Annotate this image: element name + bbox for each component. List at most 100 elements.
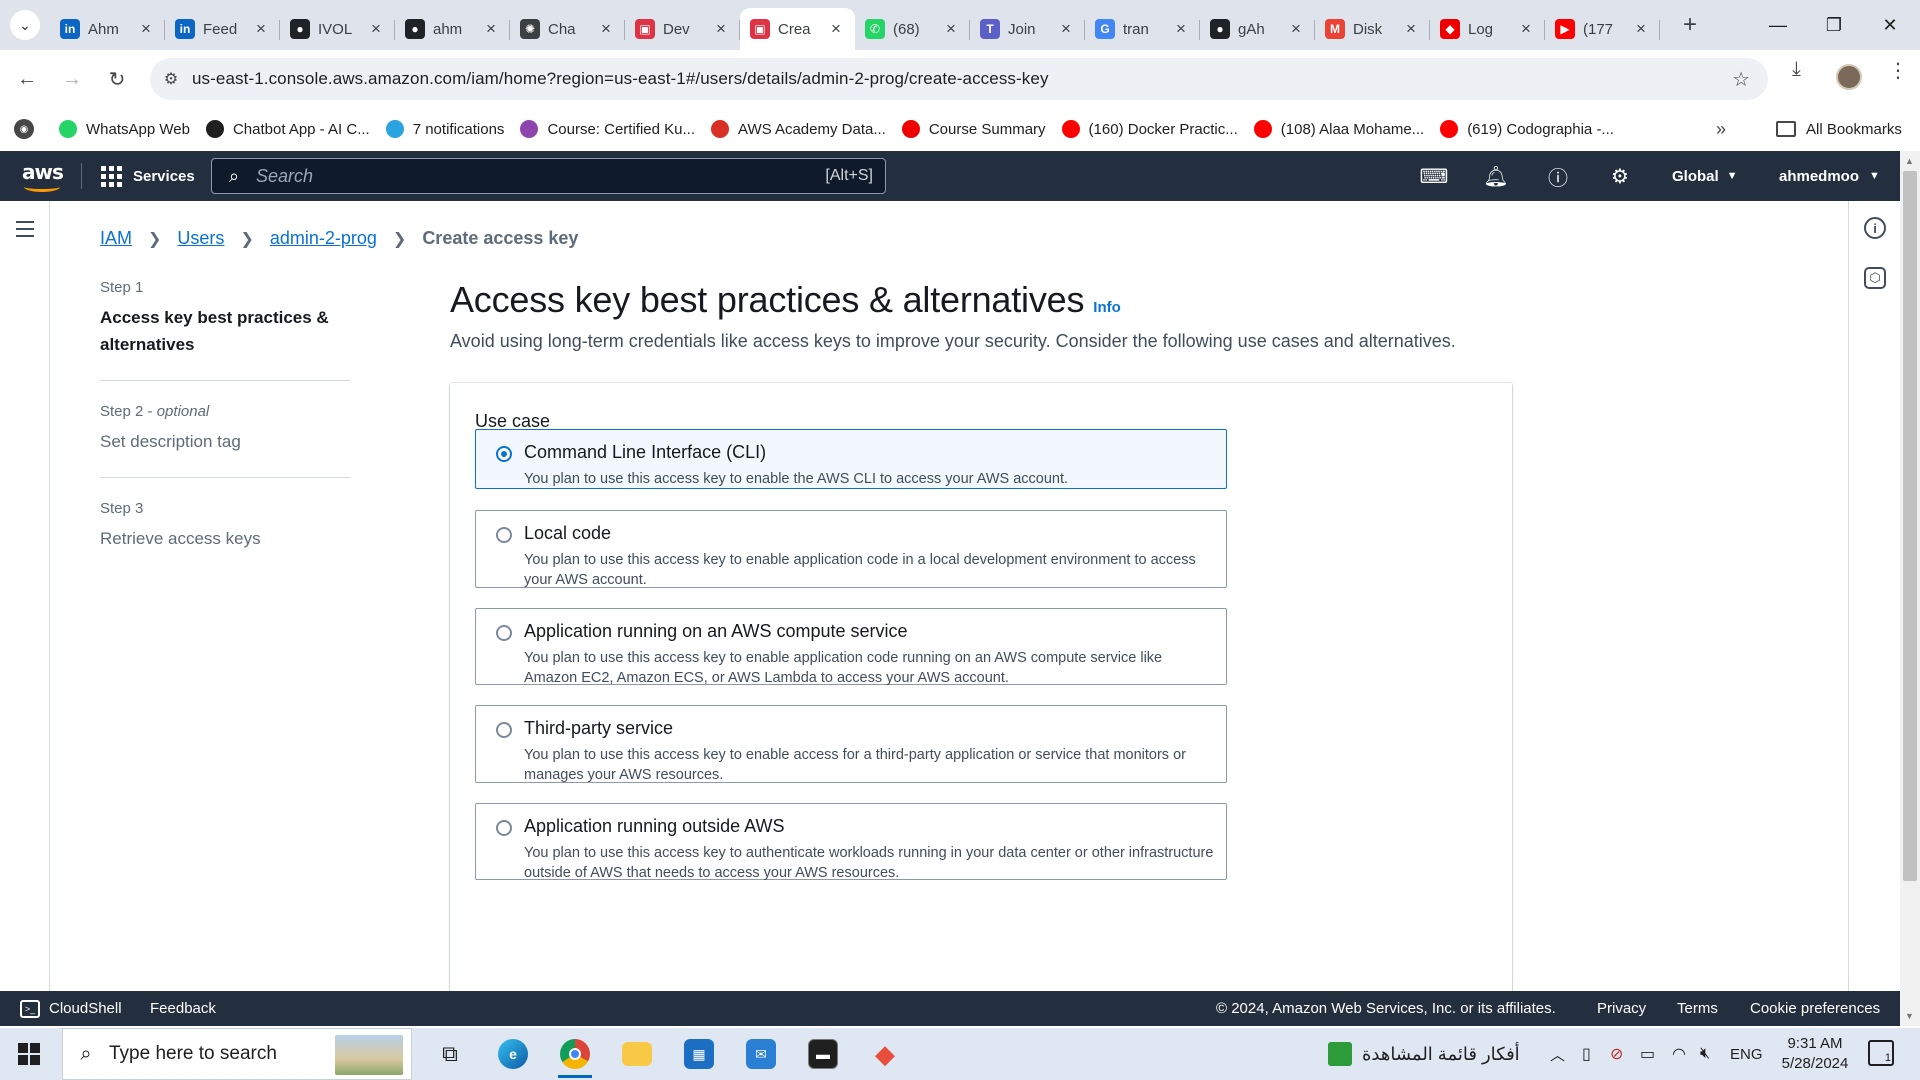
bookmark-item[interactable]: 7 notifications xyxy=(378,114,513,144)
security-shield-icon[interactable]: ⬡ xyxy=(1864,267,1886,289)
bookmarks-overflow-icon[interactable]: » xyxy=(1716,108,1726,150)
browser-tab[interactable]: ▣ Crea × xyxy=(740,8,855,50)
browser-tab[interactable]: M Disk × xyxy=(1315,8,1430,50)
browser-tab[interactable]: ● IVOL × xyxy=(280,8,395,50)
services-menu-button[interactable]: Services xyxy=(101,151,195,201)
browser-tab[interactable]: in Ahm × xyxy=(50,8,165,50)
bookmark-item[interactable]: Course Summary xyxy=(894,114,1054,144)
scroll-down-icon[interactable]: ▼ xyxy=(1905,1011,1914,1021)
battery-icon[interactable]: ▭ xyxy=(1640,1028,1655,1080)
close-tab-icon[interactable]: × xyxy=(942,19,960,39)
chrome-icon[interactable] xyxy=(546,1028,604,1080)
close-tab-icon[interactable]: × xyxy=(1402,19,1420,39)
close-tab-icon[interactable]: × xyxy=(827,19,845,39)
info-link[interactable]: Info xyxy=(1093,299,1121,316)
close-tab-icon[interactable]: × xyxy=(597,19,615,39)
download-icon[interactable]: ⤓ xyxy=(1792,58,1801,81)
new-tab-button[interactable]: + xyxy=(1670,5,1710,45)
bookmark-item[interactable]: AWS Academy Data... xyxy=(703,114,894,144)
taskbar-clock[interactable]: 9:31 AM 5/28/2024 xyxy=(1760,1034,1870,1074)
browser-tab[interactable]: ● gAh × xyxy=(1200,8,1315,50)
close-tab-icon[interactable]: × xyxy=(137,19,155,39)
task-view-icon[interactable]: ⧉ xyxy=(421,1028,479,1080)
mail-icon[interactable]: ✉ xyxy=(732,1028,790,1080)
use-case-option[interactable]: Application running on an AWS compute se… xyxy=(475,608,1227,686)
close-window-icon[interactable]: ✕ xyxy=(1862,0,1918,50)
back-icon[interactable]: ← xyxy=(9,61,45,97)
minimize-icon[interactable]: — xyxy=(1750,0,1806,50)
forward-icon[interactable]: → xyxy=(54,61,90,97)
terminal-app-icon[interactable]: ▬ xyxy=(794,1028,852,1080)
use-case-option[interactable]: Local code You plan to use this access ke… xyxy=(475,510,1227,588)
browser-tab[interactable]: T Join × xyxy=(970,8,1085,50)
wifi-icon[interactable]: ◠ xyxy=(1672,1028,1686,1080)
cookie-preferences-link[interactable]: Cookie preferences xyxy=(1750,991,1880,1026)
browser-tab[interactable]: ▣ Dev × xyxy=(625,8,740,50)
bookmark-item[interactable]: Chatbot App - AI C... xyxy=(198,114,378,144)
browser-tab[interactable]: ✺ Cha × xyxy=(510,8,625,50)
tray-overflow-icon[interactable]: ︿ xyxy=(1550,1028,1565,1080)
use-case-option[interactable]: Third-party service You plan to use this … xyxy=(475,705,1227,783)
profile-avatar[interactable] xyxy=(1836,64,1862,90)
network-warning-icon[interactable]: ⊘ xyxy=(1610,1028,1623,1080)
all-bookmarks-button[interactable]: All Bookmarks xyxy=(1776,108,1902,150)
close-tab-icon[interactable]: × xyxy=(1517,19,1535,39)
edge-icon[interactable]: e xyxy=(484,1028,542,1080)
wizard-step-3[interactable]: Step 3 Retrieve access keys xyxy=(100,500,350,574)
volume-muted-icon[interactable]: 🔇︎ xyxy=(1700,1028,1710,1080)
info-panel-icon[interactable]: i xyxy=(1864,217,1886,239)
radio-button[interactable] xyxy=(496,722,512,738)
browser-tab[interactable]: ✆ (68) × xyxy=(855,8,970,50)
reload-icon[interactable]: ↻ xyxy=(99,61,135,97)
terms-link[interactable]: Terms xyxy=(1677,991,1718,1026)
region-selector[interactable]: Global ▼ xyxy=(1672,151,1738,201)
help-icon[interactable]: ⓘ xyxy=(1538,151,1578,201)
more-menu-icon[interactable]: ⋮ xyxy=(1888,58,1908,83)
hamburger-menu-icon[interactable] xyxy=(16,221,34,242)
tab-search-button[interactable]: ⌄ xyxy=(0,0,50,50)
bookmark-item[interactable]: (160) Docker Practic... xyxy=(1054,114,1246,144)
bookmark-item[interactable]: (619) Codographia -... xyxy=(1432,114,1622,144)
use-case-option[interactable]: Application running outside AWS You plan … xyxy=(475,803,1227,881)
breadcrumb-user[interactable]: admin-2-prog xyxy=(270,228,377,249)
bookmark-item[interactable]: Course: Certified Ku... xyxy=(512,114,703,144)
breadcrumb-iam[interactable]: IAM xyxy=(100,228,132,249)
close-tab-icon[interactable]: × xyxy=(367,19,385,39)
site-info-icon[interactable]: ⚙ xyxy=(150,69,192,89)
bookmark-item[interactable]: (108) Alaa Mohame... xyxy=(1246,114,1432,144)
url-text[interactable]: us-east-1.console.aws.amazon.com/iam/hom… xyxy=(192,69,1049,89)
restore-icon[interactable]: ❐ xyxy=(1806,0,1862,50)
close-tab-icon[interactable]: × xyxy=(482,19,500,39)
notifications-bell-icon[interactable]: 🔔︎ xyxy=(1476,151,1516,201)
browser-tab[interactable]: in Feed × xyxy=(165,8,280,50)
store-icon[interactable]: ▦ xyxy=(670,1028,728,1080)
omnibox[interactable]: ⚙ us-east-1.console.aws.amazon.com/iam/h… xyxy=(150,58,1768,100)
cloudshell-button[interactable]: >_ CloudShell xyxy=(20,991,122,1026)
aws-search-input[interactable]: ⌕ Search [Alt+S] xyxy=(211,158,886,194)
radio-button[interactable] xyxy=(496,446,512,462)
feedback-link[interactable]: Feedback xyxy=(150,991,216,1026)
close-tab-icon[interactable]: × xyxy=(712,19,730,39)
notification-center-icon[interactable]: 1 xyxy=(1868,1040,1894,1066)
wizard-step-2[interactable]: Step 2 - optional Set description tag xyxy=(100,403,350,478)
close-tab-icon[interactable]: × xyxy=(252,19,270,39)
settings-gear-icon[interactable]: ⚙ xyxy=(1600,151,1640,201)
privacy-link[interactable]: Privacy xyxy=(1597,991,1646,1026)
git-app-icon[interactable]: ◆ xyxy=(856,1028,914,1080)
scroll-up-icon[interactable]: ▲ xyxy=(1905,156,1914,166)
cloudshell-icon[interactable]: ⌨ xyxy=(1414,151,1454,201)
apps-icon[interactable]: ◉ xyxy=(0,114,51,144)
use-case-option[interactable]: Command Line Interface (CLI) You plan to … xyxy=(475,429,1227,489)
browser-tab[interactable]: ▶ (177 × xyxy=(1545,8,1660,50)
taskbar-search-input[interactable]: ⌕ Type here to search xyxy=(62,1028,412,1080)
radio-button[interactable] xyxy=(496,625,512,641)
account-menu[interactable]: ahmedmoo ▼ xyxy=(1779,151,1880,201)
radio-button[interactable] xyxy=(496,820,512,836)
bookmark-star-icon[interactable]: ☆ xyxy=(1732,67,1750,92)
browser-tab[interactable]: ◆ Log × xyxy=(1430,8,1545,50)
windows-start-icon[interactable] xyxy=(18,1043,40,1065)
breadcrumb-users[interactable]: Users xyxy=(177,228,224,249)
widget-news[interactable]: أفكار قائمة المشاهدة xyxy=(1328,1028,1520,1080)
close-tab-icon[interactable]: × xyxy=(1287,19,1305,39)
aws-logo[interactable]: aws xyxy=(22,160,64,192)
